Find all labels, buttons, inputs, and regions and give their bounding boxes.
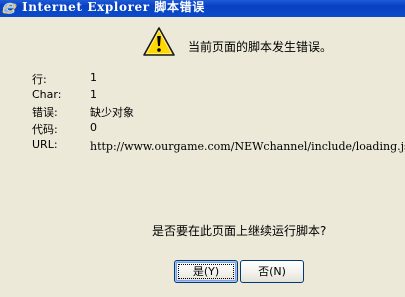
no-button[interactable]: 否(N) [240, 260, 304, 283]
yes-button-label: 是(Y) [192, 264, 220, 278]
yes-button[interactable]: 是(Y) [174, 260, 238, 283]
detail-label-code: 代码: [32, 123, 58, 136]
detail-label-line: 行: [32, 73, 47, 86]
detail-value-code: 0 [90, 121, 97, 134]
detail-label-error: 错误: [32, 106, 58, 119]
window-title: Internet Explorer 脚本错误 [22, 0, 205, 14]
detail-label-char: Char: [32, 88, 62, 101]
continue-question: 是否要在此页面上继续运行脚本? [152, 224, 327, 238]
detail-value-error: 缺少对象 [90, 106, 134, 119]
detail-value-line: 1 [90, 71, 97, 84]
no-button-label: 否(N) [258, 264, 286, 278]
error-message: 当前页面的脚本发生错误。 [188, 40, 333, 54]
detail-value-char: 1 [90, 88, 97, 101]
ie-logo-icon [2, 2, 17, 14]
title-bar[interactable]: Internet Explorer 脚本错误 [0, 0, 405, 17]
detail-label-url: URL: [32, 138, 58, 151]
detail-value-url: http://www.ourgame.com/NEWchannel/includ… [90, 140, 405, 153]
warning-icon [143, 27, 175, 56]
script-error-dialog: Internet Explorer 脚本错误 当前页面的脚本发生错误。 行: 1… [0, 0, 405, 297]
